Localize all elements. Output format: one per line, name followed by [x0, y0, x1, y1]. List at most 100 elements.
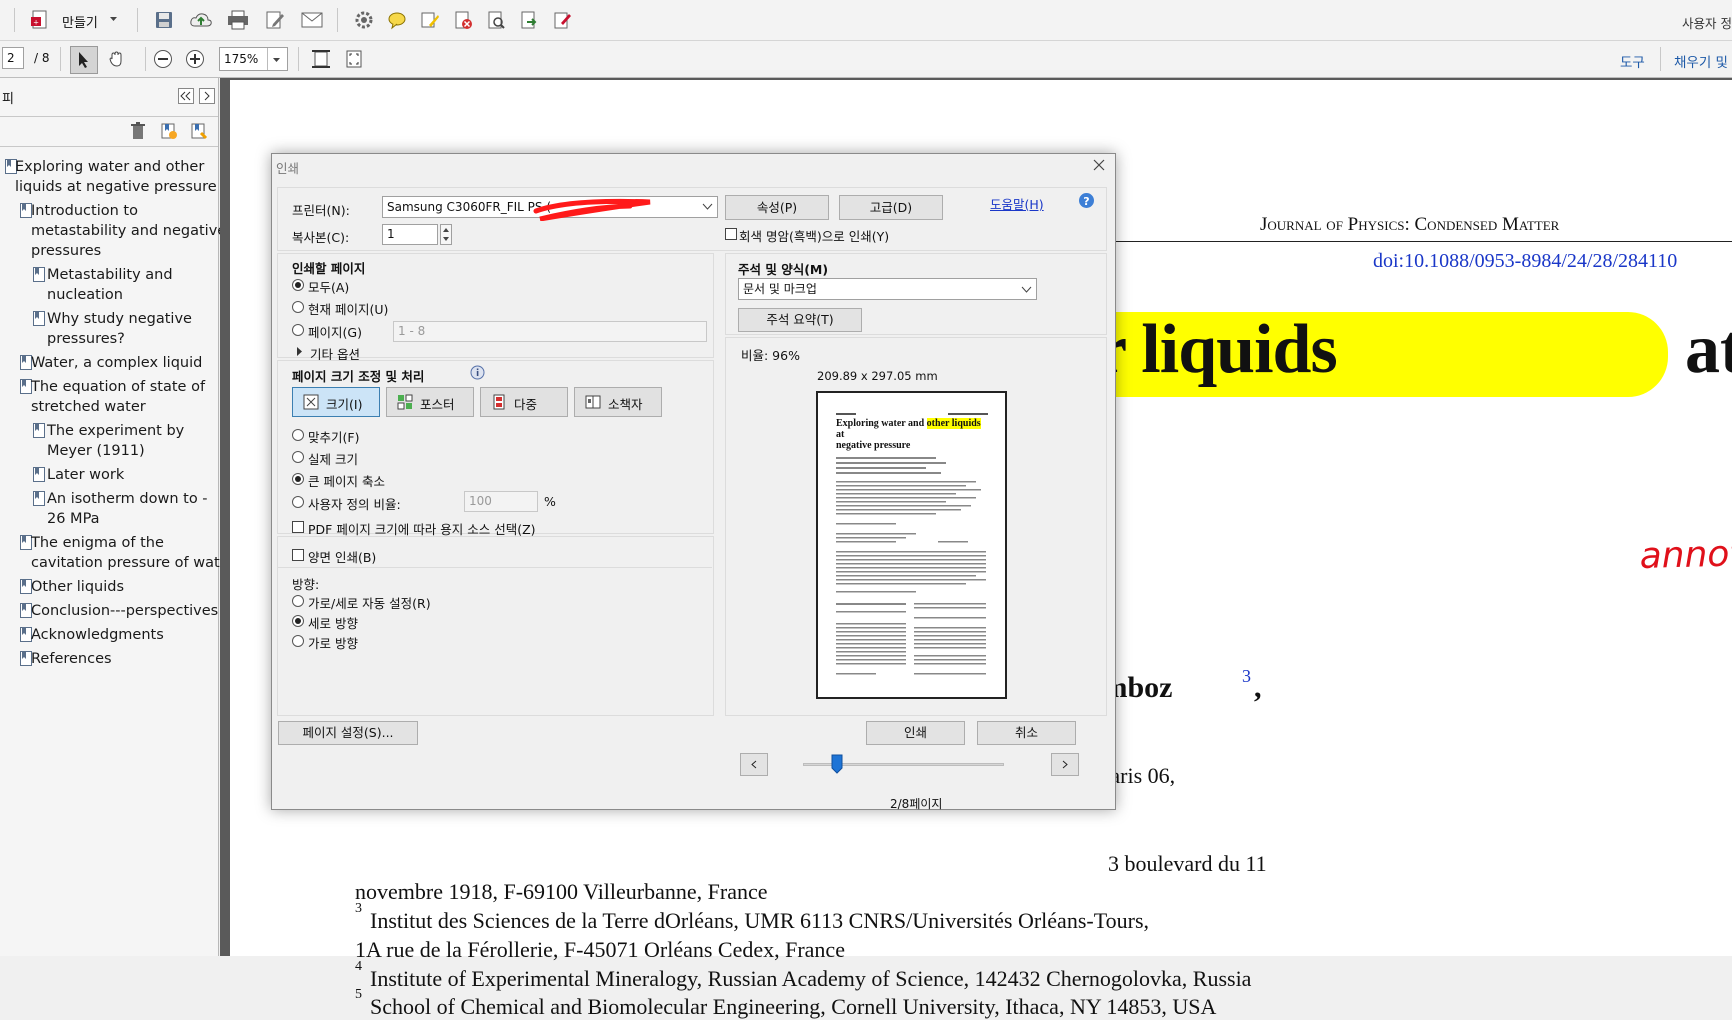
panel-title: 피 — [2, 92, 14, 107]
size-toggle[interactable]: 크기(I) — [292, 387, 380, 417]
chevron-down-icon[interactable] — [702, 203, 713, 211]
summarize-comments-button[interactable]: 주석 요약(T) — [738, 308, 862, 332]
author-superscript-3[interactable]: 3 — [1242, 666, 1251, 687]
select-tool-icon[interactable] — [70, 46, 98, 74]
help-link[interactable]: 도움말(H) — [990, 194, 1044, 213]
bookmark-label: metastability and negative — [31, 223, 227, 239]
help-icon[interactable]: ? — [1078, 192, 1095, 209]
bookmark-icon — [33, 491, 45, 506]
page-number-field[interactable]: 2 — [2, 47, 24, 69]
hand-tool-icon[interactable] — [104, 46, 130, 72]
email-icon[interactable] — [299, 7, 325, 33]
booklet-icon — [585, 394, 601, 410]
chevron-down-icon[interactable] — [109, 14, 118, 23]
fill-sign-link[interactable]: 채우기 및 — [1674, 51, 1728, 71]
bookmark-label: The enigma of the — [31, 535, 164, 551]
auto-orientation-radio[interactable] — [292, 595, 304, 607]
fit-width-icon[interactable] — [308, 46, 334, 72]
copies-stepper[interactable] — [440, 224, 452, 245]
copies-input[interactable]: 1 — [382, 224, 438, 245]
print-icon[interactable] — [225, 7, 251, 33]
page-range-radio[interactable] — [292, 324, 304, 336]
custom-scale-radio[interactable] — [292, 496, 304, 508]
custom-scale-label: 사용자 정의 비율: — [308, 497, 401, 512]
sign-icon[interactable] — [549, 7, 575, 33]
properties-button[interactable]: 속성(P) — [725, 195, 829, 220]
fit-page-icon[interactable] — [341, 46, 367, 72]
delete-page-icon[interactable] — [450, 7, 476, 33]
booklet-toggle[interactable]: 소책자 — [574, 387, 662, 417]
comment-icon[interactable] — [384, 7, 410, 33]
new-bookmark-icon[interactable] — [190, 122, 208, 140]
print-button[interactable]: 인쇄 — [866, 721, 965, 745]
zoom-select[interactable]: 175% — [219, 47, 288, 71]
custom-scale-input[interactable]: 100 — [464, 491, 538, 512]
cloud-upload-icon[interactable] — [188, 7, 214, 33]
gear-icon[interactable] — [351, 7, 377, 33]
expand-arrow-icon[interactable] — [296, 347, 303, 356]
landscape-radio[interactable] — [292, 635, 304, 647]
zoom-out-icon[interactable] — [150, 46, 176, 72]
edit-icon[interactable] — [262, 7, 288, 33]
create-pdf-icon[interactable]: + — [28, 7, 54, 33]
bookmark-icon — [33, 423, 45, 438]
affiliation-5-number: 5 — [355, 987, 362, 1002]
page-range-input[interactable]: 1 - 8 — [393, 321, 707, 342]
bookmark-label: Metastability and — [47, 267, 173, 283]
portrait-radio[interactable] — [292, 615, 304, 627]
all-pages-radio[interactable] — [292, 279, 304, 291]
search-page-icon[interactable] — [483, 7, 509, 33]
chevron-down-icon[interactable] — [272, 55, 281, 64]
collapse-left-icon[interactable] — [178, 88, 194, 104]
bookmark-label: Acknowledgments — [31, 627, 164, 643]
divider — [0, 116, 218, 117]
advanced-button[interactable]: 고급(D) — [839, 195, 943, 220]
fit-radio[interactable] — [292, 429, 304, 441]
pdf-source-checkbox[interactable] — [292, 521, 304, 533]
tools-link[interactable]: 도구 — [1620, 51, 1645, 71]
bookmark-label: Introduction to — [31, 203, 138, 219]
size-icon — [303, 394, 319, 410]
preview-page: Exploring water and other liquids at neg… — [816, 391, 1007, 699]
zoom-in-icon[interactable] — [182, 46, 208, 72]
save-icon[interactable] — [151, 7, 177, 33]
chevron-down-icon[interactable] — [1021, 286, 1032, 294]
shrink-radio[interactable] — [292, 473, 304, 485]
page-setup-button[interactable]: 페이지 설정(S)... — [278, 721, 418, 745]
close-icon[interactable] — [1092, 158, 1106, 172]
current-page-radio[interactable] — [292, 301, 304, 313]
divider — [0, 146, 218, 147]
next-page-button[interactable] — [1051, 753, 1079, 776]
export-page-icon[interactable] — [516, 7, 542, 33]
create-menu-label[interactable]: 만들기 — [62, 12, 98, 31]
previous-page-button[interactable] — [740, 753, 768, 776]
preview-slider-thumb[interactable] — [831, 754, 843, 774]
all-pages-label: 모두(A) — [308, 280, 350, 295]
title-fragment-end: at — [1685, 311, 1732, 388]
multiple-icon — [491, 394, 507, 410]
highlight-icon[interactable] — [417, 7, 443, 33]
multiple-toggle[interactable]: 다중 — [480, 387, 568, 417]
annotation-ink[interactable]: annotation test — [1640, 532, 1732, 582]
duplex-checkbox[interactable] — [292, 549, 304, 561]
doi-link[interactable]: doi:10.1088/0953-8984/24/28/284110 — [1373, 250, 1677, 273]
affiliation-3-address: 1A rue de la Férollerie, F-45071 Orléans… — [355, 937, 845, 962]
zoom-divider — [267, 48, 268, 70]
info-icon[interactable] — [470, 365, 485, 380]
bookmarks-panel: 피 Exploring water and other liquids at ne… — [0, 78, 235, 956]
poster-toggle[interactable]: 포스터 — [386, 387, 474, 417]
bookmark-label: Other liquids — [31, 579, 125, 595]
bookmark-options-icon[interactable] — [160, 122, 178, 140]
percent-label: % — [544, 494, 556, 509]
orientation-title: 방향: — [292, 577, 320, 592]
cancel-button[interactable]: 취소 — [977, 721, 1076, 745]
copies-label: 복사본(C): — [292, 230, 350, 245]
actual-size-radio[interactable] — [292, 451, 304, 463]
comments-select[interactable]: 문서 및 마크업 — [738, 278, 1037, 300]
grayscale-checkbox[interactable] — [725, 228, 737, 240]
auto-orientation-label: 가로/세로 자동 설정(R) — [308, 596, 431, 611]
expand-right-icon[interactable] — [199, 88, 215, 104]
user-label[interactable]: 사용자 정 — [1682, 13, 1732, 32]
trash-icon[interactable] — [130, 122, 146, 140]
size-label: 크기(I) — [326, 397, 363, 412]
